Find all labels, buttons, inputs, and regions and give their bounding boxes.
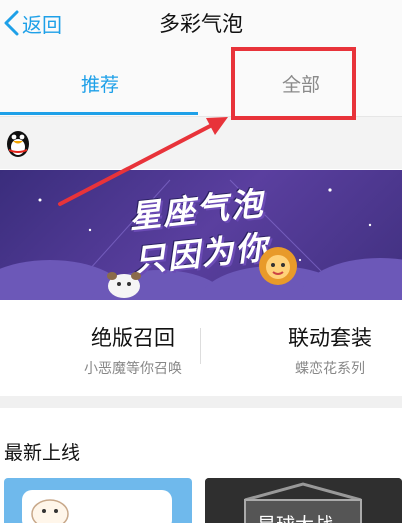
feature-divider — [200, 328, 201, 364]
bubble-thumbnail[interactable] — [4, 478, 192, 523]
active-tab-indicator — [0, 112, 198, 115]
promo-banner[interactable]: 星座气泡 只因为你 — [0, 170, 402, 300]
page-title: 多彩气泡 — [159, 12, 243, 36]
nav-bar: 返回 多彩气泡 — [0, 0, 402, 50]
feature-row: 绝版召回 小恶魔等你召唤 联动套装 蝶恋花系列 — [0, 300, 402, 396]
cat-bubble-icon — [22, 490, 172, 523]
feature-card-combo[interactable]: 联动套装 蝶恋花系列 — [260, 322, 400, 378]
sheep-mascot-icon — [107, 272, 141, 298]
section-separator — [0, 396, 402, 408]
section-title-latest: 最新上线 — [4, 442, 81, 464]
feature-title: 绝版召回 — [91, 326, 175, 350]
highlight-box — [231, 47, 356, 120]
feature-subtitle: 小恶魔等你召唤 — [84, 361, 182, 377]
feature-card-recall[interactable]: 绝版召回 小恶魔等你召唤 — [70, 322, 196, 378]
lion-mascot-icon — [259, 247, 297, 285]
tab-recommended[interactable]: 推荐 — [0, 50, 200, 116]
qq-penguin-icon — [7, 131, 29, 157]
qq-row — [0, 117, 402, 169]
thumbnail-label: 星球大战 — [257, 510, 333, 523]
feature-title: 联动套装 — [288, 326, 372, 350]
bubble-thumbnail[interactable]: 星球大战 — [205, 478, 402, 523]
feature-subtitle: 蝶恋花系列 — [295, 361, 365, 377]
